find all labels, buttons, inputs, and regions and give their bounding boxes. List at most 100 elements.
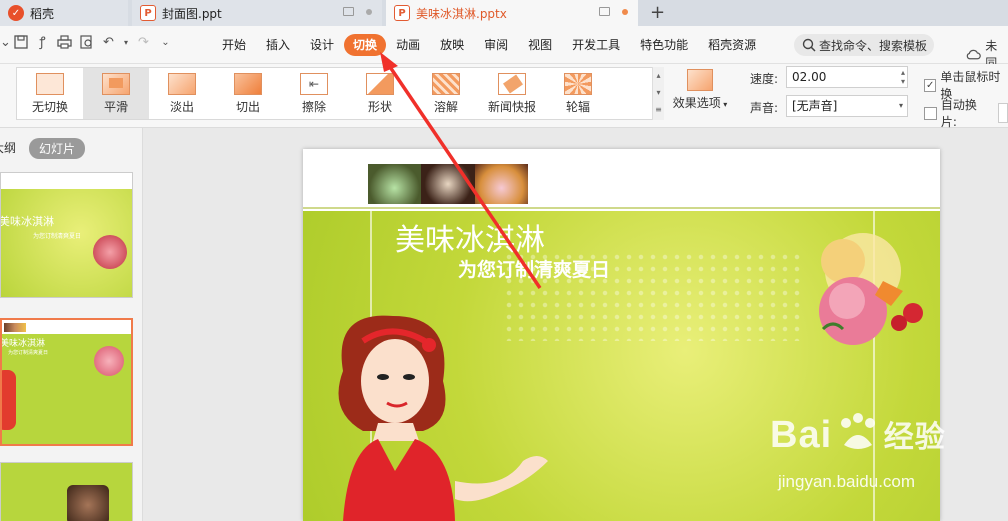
effect-wipe-icon: ⇤: [300, 73, 328, 95]
undo-icon[interactable]: ↶: [101, 35, 116, 50]
slide-thumb-1[interactable]: 美味冰淇淋 为您订制清爽夏日: [0, 172, 133, 298]
watermark-url: jingyan.baidu.com: [778, 472, 916, 491]
menu-chevron-icon[interactable]: ⌄: [0, 35, 11, 50]
thumb-icecream-image: [93, 235, 127, 269]
customize-dropdown-icon[interactable]: ⌄: [158, 35, 173, 50]
ribbon-menu: 开始 插入 设计 切换 动画 放映 审阅 视图 开发工具 特色功能 稻壳资源: [212, 26, 766, 64]
effect-dissolve[interactable]: 溶解: [413, 68, 479, 119]
scroll-up-icon[interactable]: ▴: [653, 67, 664, 84]
menu-view[interactable]: 视图: [518, 34, 562, 56]
effect-label: 新闻快报: [487, 100, 536, 114]
baidu-jingyan-watermark: Bai 经验 jingyan.baidu.com: [770, 412, 1000, 502]
menu-insert[interactable]: 插入: [256, 34, 300, 56]
monitor-icon[interactable]: [343, 7, 354, 16]
save-icon[interactable]: [13, 35, 28, 50]
effect-fade[interactable]: 淡出: [149, 68, 215, 119]
thumb-icecream-image: [94, 346, 124, 376]
slide-thumb-3[interactable]: [0, 462, 133, 521]
tab-daoke[interactable]: ✓ 稻壳: [0, 0, 128, 26]
ppt-file-icon: P: [394, 5, 410, 21]
gallery-more-icon[interactable]: ≡: [653, 101, 664, 118]
effect-wheel-icon: [564, 73, 592, 95]
effect-label: 切出: [235, 100, 260, 114]
tab-slides[interactable]: 幻灯片: [29, 138, 86, 159]
speed-input[interactable]: 02.00 ▴ ▾: [786, 66, 908, 88]
tab-label: 封面图.ppt: [162, 6, 222, 21]
effect-wheel[interactable]: 轮辐: [545, 68, 611, 119]
undo-dropdown-icon[interactable]: ▾: [123, 35, 129, 50]
monitor-icon[interactable]: [599, 7, 610, 16]
thumb-subtitle: 为您订制清爽夏日: [33, 233, 82, 240]
menu-home[interactable]: 开始: [212, 34, 256, 56]
effect-options-button[interactable]: 效果选项 ▾: [670, 69, 730, 111]
slide-header: [303, 149, 940, 209]
photo-icecream-green: [368, 164, 422, 204]
effect-smooth-icon: [102, 73, 130, 95]
thumb-dessert-image: [67, 485, 109, 521]
slide-panel: 大纲 幻灯片 美味冰淇淋 为您订制清爽夏日 美味冰淇淋 为您订制清爽夏日: [0, 128, 143, 521]
paw-icon: [840, 413, 875, 449]
effect-label: 无切换: [31, 100, 68, 114]
watermark-brand: Bai: [770, 414, 833, 456]
redo-icon[interactable]: ↷: [136, 35, 151, 50]
menu-transition[interactable]: 切换: [344, 34, 387, 56]
search-label: 查找命令、搜索模板: [819, 38, 928, 53]
girl-illustration: [338, 315, 548, 521]
tab-icecream-pptx[interactable]: P 美味冰淇淋.pptx: [386, 0, 638, 26]
tab-cover-ppt[interactable]: P 封面图.ppt: [132, 0, 382, 26]
unsaved-dot-icon: [622, 8, 628, 15]
menu-developer[interactable]: 开发工具: [562, 34, 630, 56]
command-search[interactable]: 查找命令、搜索模板: [794, 34, 934, 56]
effect-shape-icon: [366, 73, 394, 95]
thumb-girl-image: [2, 370, 16, 430]
thumb-title: 美味冰淇淋: [0, 339, 46, 349]
effect-none[interactable]: 无切换: [17, 68, 83, 119]
menu-slideshow[interactable]: 放映: [430, 34, 474, 56]
menu-animation[interactable]: 动画: [386, 34, 430, 56]
menu-daoke-resources[interactable]: 稻壳资源: [698, 34, 766, 56]
auto-advance-checkbox[interactable]: 自动换片:: [924, 96, 1008, 130]
effect-shape[interactable]: 形状: [347, 68, 413, 119]
search-icon: [802, 38, 816, 52]
sound-select[interactable]: [无声音] ▾: [786, 95, 908, 117]
effect-fade-icon: [168, 73, 196, 95]
effect-newsflash-icon: [498, 73, 526, 95]
tab-outline[interactable]: 大纲: [0, 139, 16, 156]
ppt-file-icon: P: [140, 5, 156, 21]
thumb-title: 美味冰淇淋: [0, 215, 54, 228]
print-icon[interactable]: [57, 35, 72, 50]
quick-access-toolbar: ⌄ ꝭ ↶ ▾ ↷ ⌄: [0, 35, 173, 50]
effect-label: 淡出: [169, 100, 194, 114]
slide-thumb-2[interactable]: 美味冰淇淋 为您订制清爽夏日: [0, 318, 133, 446]
print-preview-icon[interactable]: [79, 35, 94, 50]
format-painter-icon[interactable]: ꝭ: [35, 35, 50, 50]
thumb-subtitle: 为您订制清爽夏日: [8, 350, 49, 356]
icecream-image: [819, 233, 923, 345]
gallery-scroll[interactable]: ▴ ▾ ≡: [652, 67, 664, 120]
photo-chocolate: [421, 164, 475, 204]
speed-spinner-icon[interactable]: ▴ ▾: [901, 68, 905, 86]
tab-label: 稻壳: [30, 6, 55, 21]
sound-value: [无声音]: [792, 99, 838, 113]
scroll-down-icon[interactable]: ▾: [653, 84, 664, 101]
auto-advance-input[interactable]: [998, 103, 1008, 123]
menu-design[interactable]: 设计: [300, 34, 344, 56]
effect-cut[interactable]: 切出: [215, 68, 281, 119]
effect-label: 溶解: [433, 100, 458, 114]
menu-special[interactable]: 特色功能: [630, 34, 698, 56]
checkbox-unchecked-icon: [924, 106, 937, 120]
effect-label: 平滑: [103, 100, 128, 114]
slide-subtitle[interactable]: 为您订制清爽夏日: [458, 255, 610, 282]
effect-options-label: 效果选项: [672, 96, 721, 110]
status-dot-icon: [366, 8, 372, 15]
effect-newsflash[interactable]: 新闻快报: [479, 68, 545, 119]
menu-review[interactable]: 审阅: [474, 34, 518, 56]
new-tab-plus-icon[interactable]: +: [650, 2, 665, 23]
effect-label: 擦除: [301, 100, 326, 114]
effect-wipe[interactable]: ⇤ 擦除: [281, 68, 347, 119]
effect-cut-icon: [234, 73, 262, 95]
slide-title[interactable]: 美味冰淇淋: [395, 215, 545, 259]
speed-label: 速度:: [750, 72, 779, 86]
effect-smooth[interactable]: 平滑: [83, 68, 149, 119]
chevron-down-icon: ▾: [720, 100, 728, 109]
